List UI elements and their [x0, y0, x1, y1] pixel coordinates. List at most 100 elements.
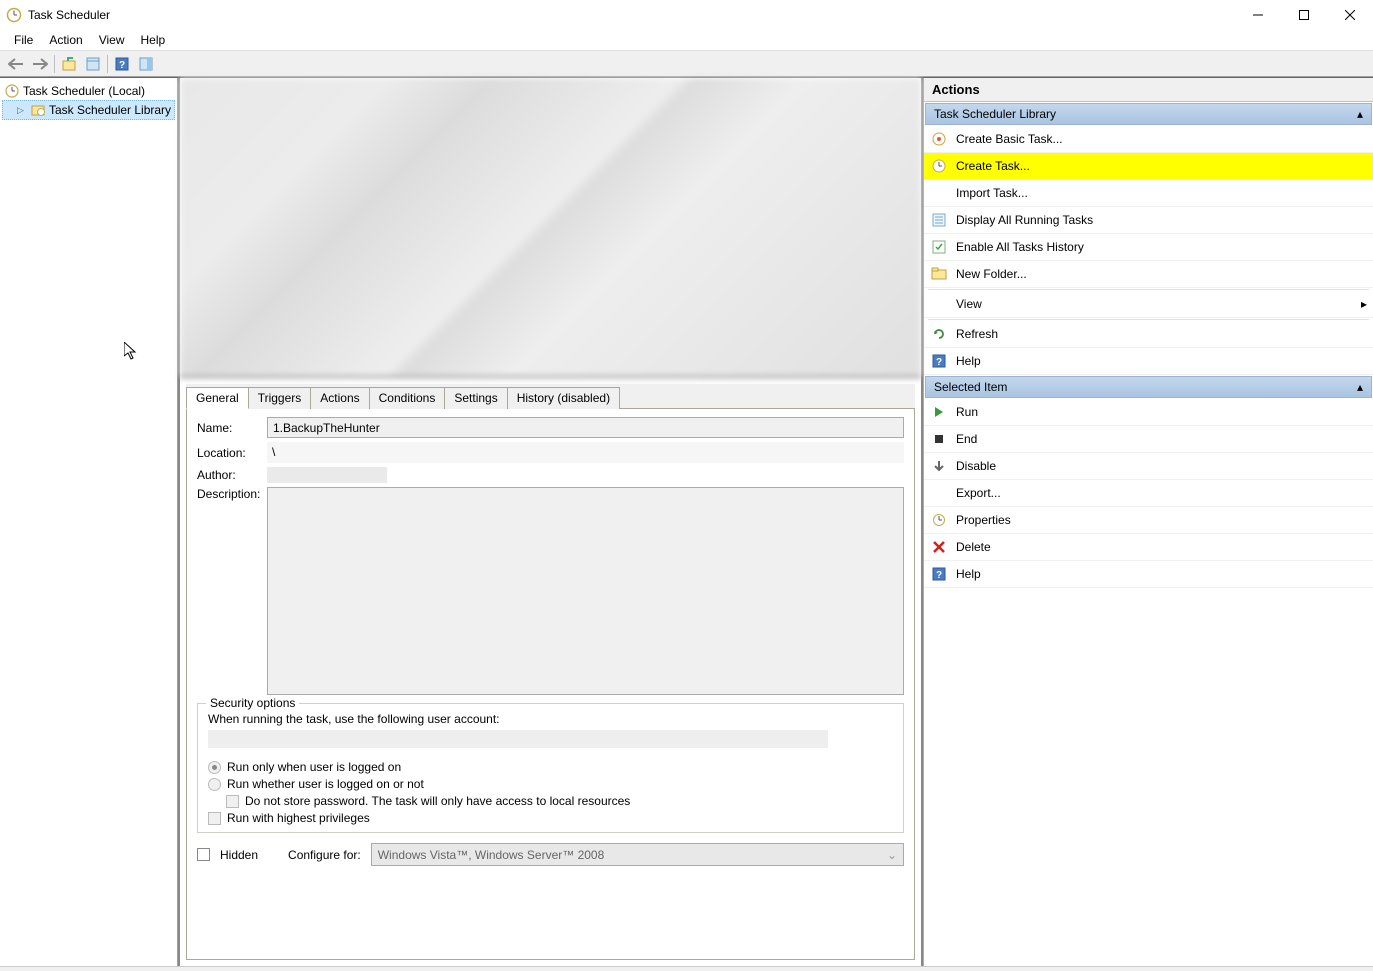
user-account-redacted: [208, 730, 828, 748]
tabs-row: General Triggers Actions Conditions Sett…: [186, 384, 915, 409]
tree-expander-icon[interactable]: ▷: [17, 105, 27, 116]
action-view-label: View: [956, 297, 982, 311]
action-create-task[interactable]: Create Task...: [924, 153, 1373, 180]
show-hide-button[interactable]: [134, 53, 158, 75]
toolbar-sep-2: [107, 55, 108, 73]
clock-icon: [4, 83, 20, 99]
toolbar-sep: [54, 55, 55, 73]
action-enable-history[interactable]: Enable All Tasks History: [924, 234, 1373, 261]
action-help-2[interactable]: ? Help: [924, 561, 1373, 588]
tab-actions[interactable]: Actions: [310, 387, 369, 409]
location-field: \: [267, 442, 904, 463]
label-location: Location:: [197, 446, 267, 460]
opt-highest-label: Run with highest privileges: [227, 811, 370, 825]
tree-library-label: Task Scheduler Library: [49, 103, 171, 117]
disable-icon: [930, 457, 948, 475]
play-icon: [930, 403, 948, 421]
tree-root-label: Task Scheduler (Local): [23, 84, 145, 98]
action-run[interactable]: Run: [924, 399, 1373, 426]
properties-icon: [930, 511, 948, 529]
tree-root[interactable]: Task Scheduler (Local): [2, 82, 175, 100]
menu-file[interactable]: File: [6, 31, 41, 49]
action-import-label: Import Task...: [956, 186, 1028, 200]
tab-conditions[interactable]: Conditions: [369, 387, 446, 409]
main-area: Task Scheduler (Local) ▷ Task Scheduler …: [0, 77, 1373, 966]
svg-text:?: ?: [936, 357, 942, 368]
svg-text:?: ?: [936, 570, 942, 581]
author-redacted: [267, 467, 387, 483]
opt-run-only-label: Run only when user is logged on: [227, 760, 401, 774]
description-field[interactable]: [267, 487, 904, 695]
actions-section-selected[interactable]: Selected Item ▴: [925, 376, 1372, 398]
name-field[interactable]: 1.BackupTheHunter: [267, 417, 904, 438]
refresh-icon: [930, 325, 948, 343]
actions-section-library[interactable]: Task Scheduler Library ▴: [925, 103, 1372, 125]
action-display-running[interactable]: Display All Running Tasks: [924, 207, 1373, 234]
help-icon: ?: [930, 565, 948, 583]
menu-help[interactable]: Help: [133, 31, 174, 49]
action-create-basic-task[interactable]: Create Basic Task...: [924, 126, 1373, 153]
wizard-icon: [930, 130, 948, 148]
submenu-arrow-icon: ▸: [1361, 297, 1367, 311]
delete-icon: [930, 538, 948, 556]
up-button[interactable]: [57, 53, 81, 75]
action-create-task-label: Create Task...: [956, 159, 1030, 173]
action-export-label: Export...: [956, 486, 1001, 500]
action-end[interactable]: End: [924, 426, 1373, 453]
action-view[interactable]: View ▸: [924, 291, 1373, 318]
window-title: Task Scheduler: [28, 8, 110, 22]
action-export[interactable]: Export...: [924, 480, 1373, 507]
action-properties-label: Properties: [956, 513, 1011, 527]
help-button[interactable]: ?: [110, 53, 134, 75]
menubar: File Action View Help: [0, 30, 1373, 51]
tab-triggers[interactable]: Triggers: [248, 387, 312, 409]
checkbox-hidden[interactable]: [197, 848, 210, 861]
tab-general[interactable]: General: [186, 387, 249, 409]
menu-action[interactable]: Action: [41, 31, 90, 49]
actions-header: Actions: [924, 78, 1373, 102]
close-button[interactable]: [1327, 0, 1373, 30]
folder-icon: [930, 265, 948, 283]
chevron-down-icon: ⌄: [887, 848, 897, 862]
blank-icon: [930, 295, 948, 313]
action-disable[interactable]: Disable: [924, 453, 1373, 480]
radio-run-whether: [208, 778, 221, 791]
action-new-folder-label: New Folder...: [956, 267, 1027, 281]
action-import-task[interactable]: Import Task...: [924, 180, 1373, 207]
action-sep-1: [928, 289, 1369, 290]
opt-no-store-label: Do not store password. The task will onl…: [245, 794, 630, 808]
tab-history[interactable]: History (disabled): [507, 387, 620, 409]
maximize-button[interactable]: [1281, 0, 1327, 30]
folder-clock-icon: [30, 102, 46, 118]
tab-settings[interactable]: Settings: [444, 387, 507, 409]
task-list-blurred: [180, 78, 921, 378]
action-refresh[interactable]: Refresh: [924, 321, 1373, 348]
security-text: When running the task, use the following…: [208, 712, 893, 726]
configure-for-value: Windows Vista™, Windows Server™ 2008: [378, 848, 605, 862]
clock-icon: [930, 157, 948, 175]
svg-text:?: ?: [119, 60, 125, 71]
tab-body-general: Name: 1.BackupTheHunter Location: \ Auth…: [186, 409, 915, 960]
label-name: Name:: [197, 421, 267, 435]
configure-for-combo[interactable]: Windows Vista™, Windows Server™ 2008 ⌄: [371, 843, 904, 866]
action-properties[interactable]: Properties: [924, 507, 1373, 534]
action-help-1[interactable]: ? Help: [924, 348, 1373, 375]
checkbox-no-store: [226, 795, 239, 808]
app-icon: [6, 7, 22, 23]
titlebar: Task Scheduler: [0, 0, 1373, 30]
properties-button[interactable]: [81, 53, 105, 75]
toolbar: ?: [0, 51, 1373, 77]
actions-list-selected: Run End Disable Export... Properties Del…: [924, 399, 1373, 588]
actions-section-library-label: Task Scheduler Library: [934, 107, 1056, 121]
actions-section-selected-label: Selected Item: [934, 380, 1007, 394]
minimize-button[interactable]: [1235, 0, 1281, 30]
help-icon: ?: [930, 352, 948, 370]
action-new-folder[interactable]: New Folder...: [924, 261, 1373, 288]
back-button[interactable]: [4, 53, 28, 75]
menu-view[interactable]: View: [91, 31, 133, 49]
forward-button[interactable]: [28, 53, 52, 75]
action-delete[interactable]: Delete: [924, 534, 1373, 561]
opt-run-whether-label: Run whether user is logged on or not: [227, 777, 424, 791]
action-disable-label: Disable: [956, 459, 996, 473]
tree-library[interactable]: ▷ Task Scheduler Library: [2, 100, 175, 120]
